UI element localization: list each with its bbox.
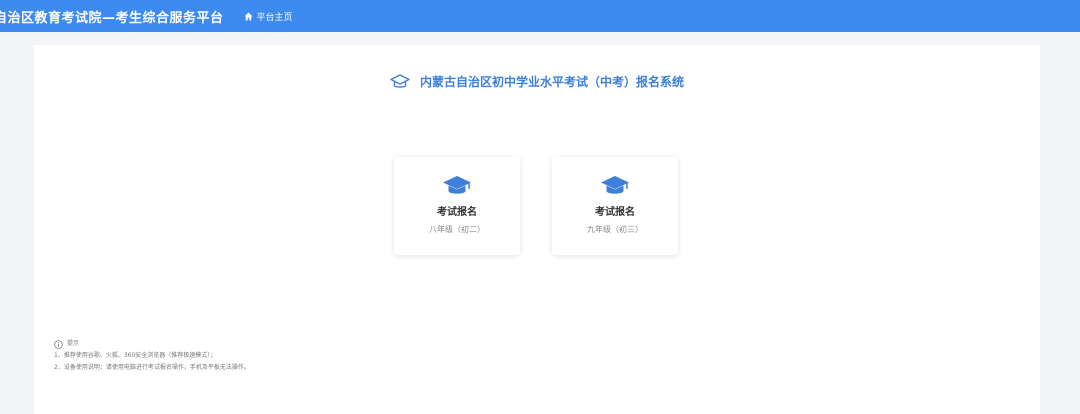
info-icon	[54, 339, 63, 349]
platform-brand: 自治区教育考试院—考生综合服务平台	[0, 10, 224, 26]
home-icon	[243, 11, 253, 21]
home-link[interactable]: 平台主页	[243, 10, 293, 23]
top-bar: 自治区教育考试院—考生综合服务平台 平台主页	[0, 0, 1080, 32]
card-grade: 九年级（初三）	[587, 225, 643, 234]
system-title-text: 内蒙古自治区初中学业水平考试（中考）报名系统	[419, 75, 684, 89]
home-link-label: 平台主页	[256, 12, 293, 23]
graduation-cap-outline-icon	[390, 73, 410, 88]
system-title: 内蒙古自治区初中学业水平考试（中考）报名系统	[34, 73, 1040, 90]
tips-section: 提示 1、推荐使用谷歌、火狐、360安全浏览器（推荐极速模式）； 2、设备使用说…	[54, 338, 250, 374]
tips-heading: 提示	[54, 338, 250, 350]
graduation-cap-icon	[601, 176, 629, 194]
card-name: 考试报名	[595, 207, 635, 218]
main-panel: 内蒙古自治区初中学业水平考试（中考）报名系统 考试报名 八年级（初二） 考试报名…	[34, 45, 1040, 414]
tip-line: 1、推荐使用谷歌、火狐、360安全浏览器（推荐极速模式）；	[54, 352, 217, 359]
card-grade: 八年级（初二）	[429, 225, 485, 234]
tips-heading-text: 提示	[67, 340, 80, 347]
exam-card-grade9[interactable]: 考试报名 九年级（初三）	[552, 157, 678, 255]
tip-line: 2、设备使用说明：请使用电脑进行考试报名操作，手机及平板无法操作。	[54, 364, 250, 371]
graduation-cap-icon	[443, 176, 471, 194]
card-name: 考试报名	[437, 207, 477, 218]
exam-card-grade8[interactable]: 考试报名 八年级（初二）	[394, 157, 520, 255]
